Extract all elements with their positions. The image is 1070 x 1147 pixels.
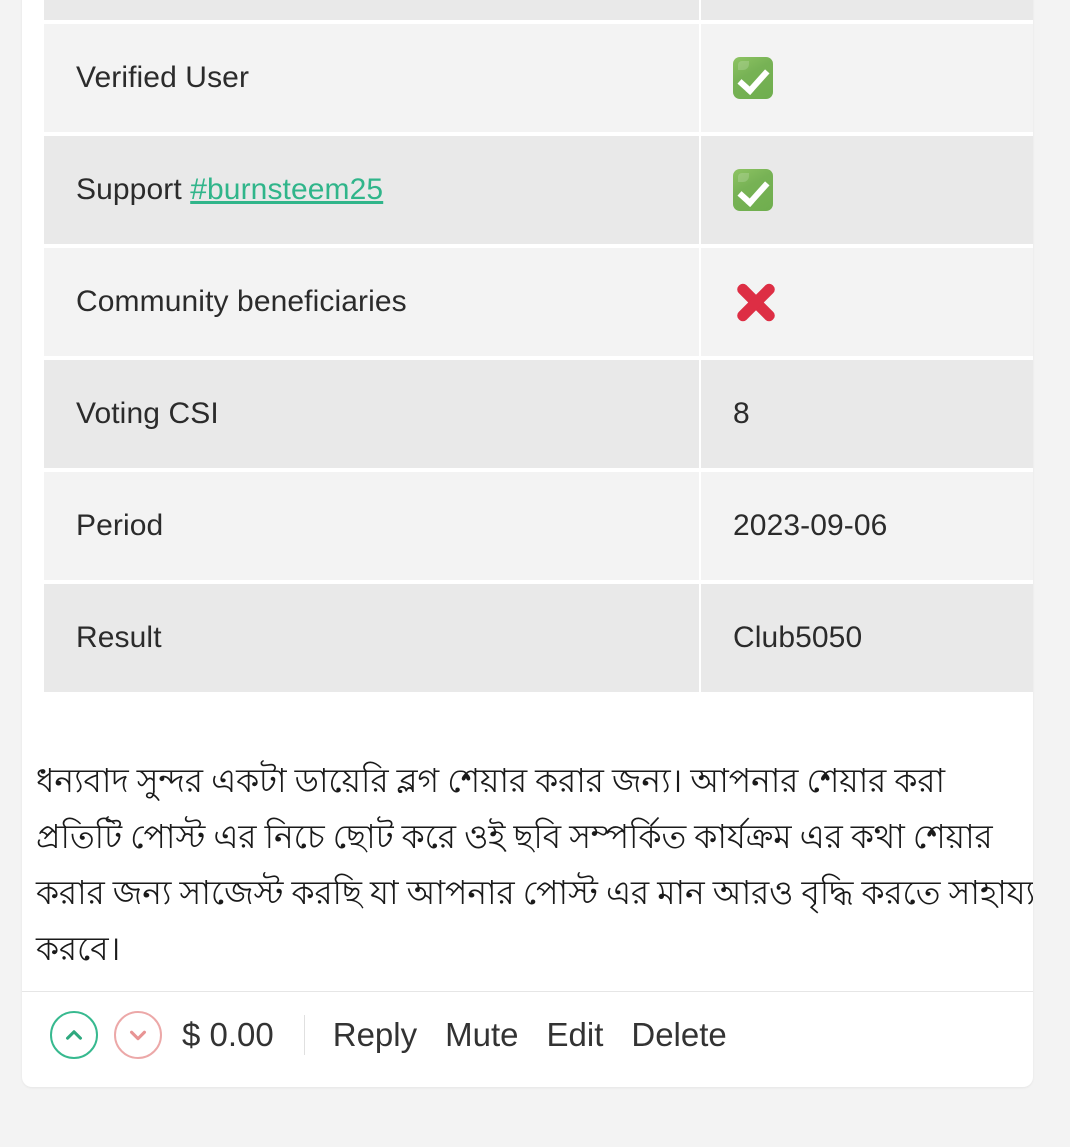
- post-report-table-body: Verified User Support #burnsteem25 Commu…: [44, 0, 1033, 692]
- report-key-cell: Period: [44, 472, 699, 580]
- report-value-cell: 8: [701, 360, 1033, 468]
- report-key-cell: Voting CSI: [44, 360, 699, 468]
- report-value-cell: [701, 0, 1033, 20]
- comment-action-bar: $ 0.00 Reply Mute Edit Delete: [50, 1004, 727, 1066]
- page-background: Verified User Support #burnsteem25 Commu…: [0, 0, 1070, 1147]
- footer-divider: [22, 991, 1033, 992]
- post-card: Verified User Support #burnsteem25 Commu…: [22, 0, 1033, 1087]
- chevron-up-icon: [66, 1030, 82, 1040]
- burnsteem25-tag-link[interactable]: #burnsteem25: [190, 173, 383, 206]
- downvote-button[interactable]: [114, 1011, 162, 1059]
- edit-link[interactable]: Edit: [547, 1016, 604, 1054]
- report-key-cell: Community beneficiaries: [44, 248, 699, 356]
- mute-link[interactable]: Mute: [445, 1016, 518, 1054]
- report-value-cell: 2023-09-06: [701, 472, 1033, 580]
- report-value-cell: Club5050: [701, 584, 1033, 692]
- report-key-cell: Support #burnsteem25: [44, 136, 699, 244]
- table-row: Verified User: [44, 24, 1033, 132]
- report-key-label: Support: [76, 173, 191, 206]
- cross-mark-icon: [733, 279, 779, 325]
- upvote-button[interactable]: [50, 1011, 98, 1059]
- report-key-cell: Verified User: [44, 24, 699, 132]
- reply-link[interactable]: Reply: [333, 1016, 417, 1054]
- table-row: [44, 0, 1033, 20]
- table-row: Result Club5050: [44, 584, 1033, 692]
- table-row: Voting CSI 8: [44, 360, 1033, 468]
- comment-body-text: ধন্যবাদ সুন্দর একটা ডায়েরি ব্লগ শেয়ার …: [36, 764, 1033, 968]
- check-mark-icon: [733, 169, 773, 211]
- post-report-table: Verified User Support #burnsteem25 Commu…: [42, 0, 1033, 696]
- check-mark-icon: [733, 57, 773, 99]
- report-key-cell: [44, 0, 699, 20]
- payout-amount: $ 0.00: [182, 1016, 274, 1053]
- table-row: Community beneficiaries: [44, 248, 1033, 356]
- chevron-down-icon: [130, 1030, 146, 1041]
- action-bar-divider: [303, 1015, 305, 1055]
- report-value-cell: [701, 24, 1033, 132]
- report-value-cell: [701, 136, 1033, 244]
- report-value-cell: [701, 248, 1033, 356]
- delete-link[interactable]: Delete: [631, 1016, 726, 1054]
- table-row: Period 2023-09-06: [44, 472, 1033, 580]
- table-row: Support #burnsteem25: [44, 136, 1033, 244]
- report-key-cell: Result: [44, 584, 699, 692]
